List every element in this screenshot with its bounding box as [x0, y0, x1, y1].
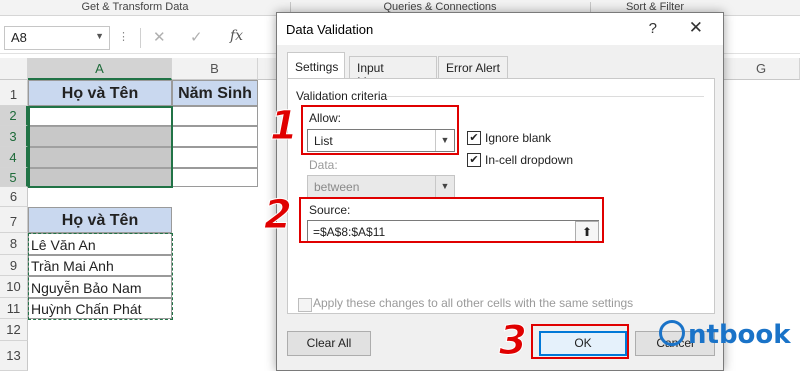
cell-b5[interactable]	[172, 168, 258, 187]
data-select: between ▼	[307, 175, 455, 198]
annotation-box-allow	[301, 105, 459, 155]
tab-settings[interactable]: Settings	[287, 52, 345, 79]
column-header-b[interactable]: B	[172, 58, 258, 80]
tab-input-message[interactable]: Input Message	[349, 56, 437, 89]
validation-criteria-title: Validation criteria	[296, 89, 388, 103]
row-header[interactable]: 1	[0, 80, 28, 106]
function-icon[interactable]: fx	[230, 28, 243, 44]
row-header[interactable]: 4	[0, 147, 28, 168]
chevron-down-icon: ▼	[435, 176, 454, 197]
ignore-blank-label: Ignore blank	[485, 131, 552, 145]
column-header-a[interactable]: A	[28, 58, 172, 80]
in-cell-dropdown-label: In-cell dropdown	[485, 153, 574, 167]
row-header[interactable]: 9	[0, 255, 28, 276]
dialog-title-bar: Data Validation ? ✕	[277, 13, 723, 45]
cell-b3[interactable]	[172, 126, 258, 147]
row-header[interactable]: 8	[0, 233, 28, 255]
ntbook-logo-icon	[659, 320, 685, 346]
apply-all-checkbox	[298, 298, 312, 312]
row-header[interactable]: 5	[0, 168, 28, 187]
data-select-value: between	[314, 180, 360, 194]
help-icon[interactable]: ?	[649, 20, 657, 37]
header-cell-ho-va-ten-list[interactable]: Họ và Tên	[28, 207, 172, 233]
apply-all-label: Apply these changes to all other cells w…	[313, 296, 634, 310]
row-header[interactable]: 6	[0, 187, 28, 207]
name-box[interactable]: A8 ▼	[4, 26, 110, 50]
cell-b4[interactable]	[172, 147, 258, 168]
dialog-title: Data Validation	[286, 22, 374, 37]
annotation-step-3: 3	[499, 318, 528, 365]
close-icon[interactable]: ✕	[689, 18, 703, 38]
column-header-g[interactable]: G	[723, 58, 800, 80]
row-header[interactable]: 10	[0, 276, 28, 298]
annotation-box-ok	[531, 324, 629, 359]
row-header[interactable]: 11	[0, 298, 28, 319]
name-box-value: A8	[11, 30, 27, 45]
cell-b2[interactable]	[172, 106, 258, 126]
more-icon[interactable]: ⋮	[118, 30, 130, 43]
empty-row	[28, 341, 278, 371]
copy-marquee	[28, 233, 173, 320]
annotation-step-2: 2	[264, 192, 293, 239]
row-header[interactable]: 13	[0, 341, 28, 371]
header-cell-nam-sinh[interactable]: Năm Sinh	[172, 80, 258, 106]
select-all-corner[interactable]	[0, 58, 28, 80]
column-header-c[interactable]	[258, 58, 278, 80]
ribbon-group-get-transform: Get & Transform Data	[81, 1, 189, 13]
ignore-blank-checkbox[interactable]: ✔	[467, 131, 481, 145]
header-cell-ho-va-ten[interactable]: Họ và Tên	[28, 80, 172, 106]
enter-icon[interactable]: ✓	[190, 28, 203, 46]
annotation-box-source	[299, 197, 604, 243]
tab-error-alert[interactable]: Error Alert	[438, 56, 508, 78]
data-label: Data:	[309, 158, 338, 172]
watermark-logo: ntbook	[688, 320, 791, 350]
chevron-down-icon[interactable]: ▼	[95, 31, 104, 41]
row-header[interactable]: 3	[0, 126, 28, 147]
row-header[interactable]: 2	[0, 106, 28, 126]
in-cell-dropdown-checkbox[interactable]: ✔	[467, 153, 481, 167]
group-divider	[386, 96, 704, 97]
clear-all-button[interactable]: Clear All	[287, 331, 371, 356]
row-header[interactable]: 7	[0, 207, 28, 233]
annotation-step-1: 1	[270, 103, 299, 150]
formula-separator	[140, 28, 141, 48]
row-header[interactable]: 12	[0, 319, 28, 341]
selection-range	[28, 106, 173, 188]
cancel-icon[interactable]: ✕	[153, 28, 166, 46]
